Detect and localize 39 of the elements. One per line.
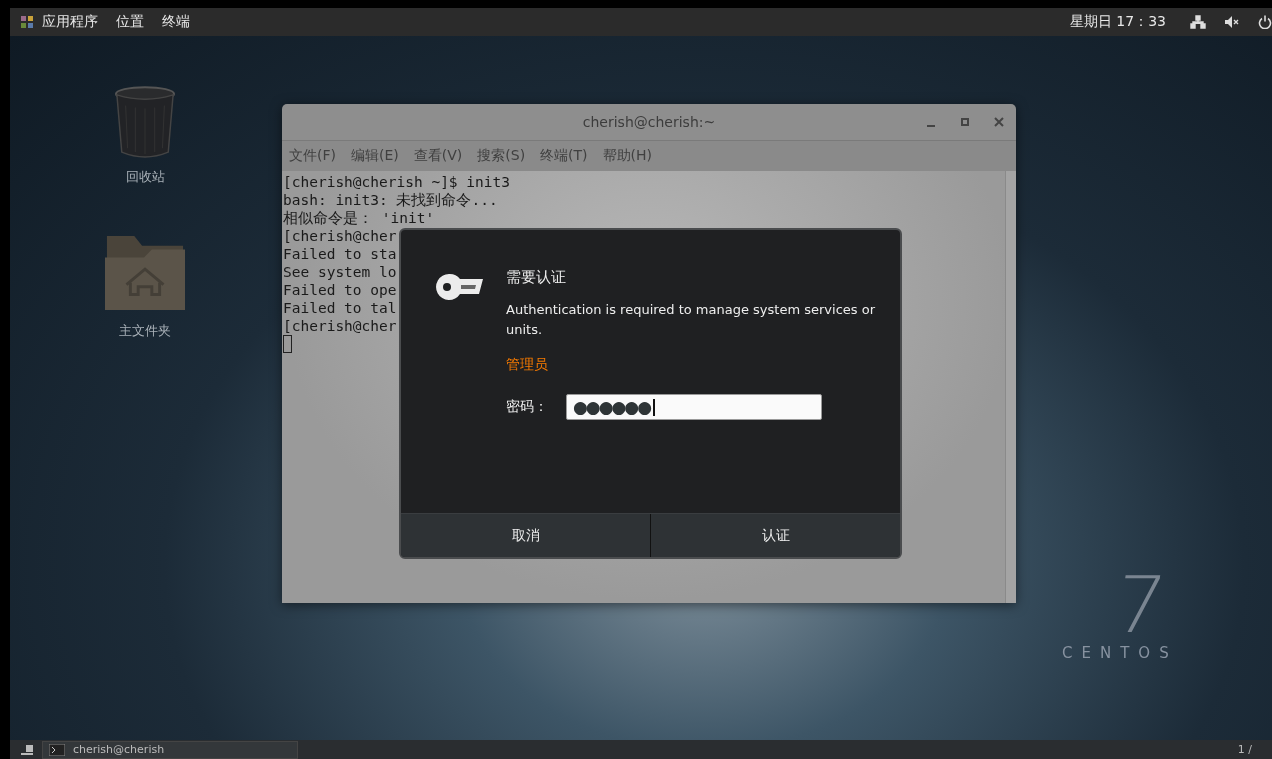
password-label: 密码： xyxy=(506,398,548,416)
terminal-line: Failed to ope xyxy=(283,281,397,299)
terminal-line: 相似命令是： 'init' xyxy=(283,209,435,227)
dialog-message: Authentication is required to manage system services or units. xyxy=(506,301,876,339)
top-menu[interactable]: 终端 xyxy=(162,13,190,31)
terminal-line: See system lo xyxy=(283,263,397,281)
terminal-line: [cherish@cherish ~]$ init3 xyxy=(283,173,510,191)
network-icon[interactable] xyxy=(1190,15,1206,29)
show-desktop-icon[interactable] xyxy=(20,743,34,756)
taskbar-window-button[interactable]: cherish@cherish xyxy=(42,740,298,759)
apps-icon[interactable] xyxy=(20,15,34,29)
maximize-icon[interactable] xyxy=(960,117,970,127)
terminal-line: [cherish@cher xyxy=(283,227,397,245)
version-number: 7 xyxy=(1109,566,1171,644)
user-name[interactable]: 管理员 xyxy=(506,356,876,374)
scrollbar[interactable] xyxy=(1005,171,1016,603)
terminal-line: Failed to tal xyxy=(283,299,397,317)
dialog-title: 需要认证 xyxy=(506,268,567,287)
power-icon[interactable] xyxy=(1258,15,1272,29)
clock[interactable]: 星期日 17：33 xyxy=(1069,13,1166,31)
terminal-line: [cherish@cher xyxy=(283,317,397,335)
password-field[interactable]: ●●●●●● xyxy=(566,394,822,420)
dialog-button[interactable]: 取消 xyxy=(401,514,651,557)
text-cursor xyxy=(283,335,292,353)
desktop-icon-label[interactable]: 回收站 xyxy=(125,168,165,186)
key-icon xyxy=(434,272,484,302)
workspace-indicator[interactable]: 1 / xyxy=(1237,743,1252,756)
desktop-icon-label[interactable]: 主文件夹 xyxy=(119,322,171,340)
terminal-line: Failed to sta xyxy=(283,245,397,263)
distro-name: CENTOS xyxy=(1062,644,1178,662)
terminal-icon xyxy=(49,743,65,756)
top-menu[interactable]: 位置 xyxy=(116,13,144,31)
dialog-button[interactable]: 认证 xyxy=(651,514,900,557)
top-menu[interactable]: 应用程序 xyxy=(42,13,98,31)
volume-muted-icon[interactable] xyxy=(1224,15,1240,29)
window-title: cherish@cherish:~ xyxy=(582,114,716,130)
terminal-line: bash: init3: 未找到命令... xyxy=(283,191,498,209)
close-icon[interactable] xyxy=(994,117,1004,127)
trash-can-icon[interactable] xyxy=(114,86,176,160)
